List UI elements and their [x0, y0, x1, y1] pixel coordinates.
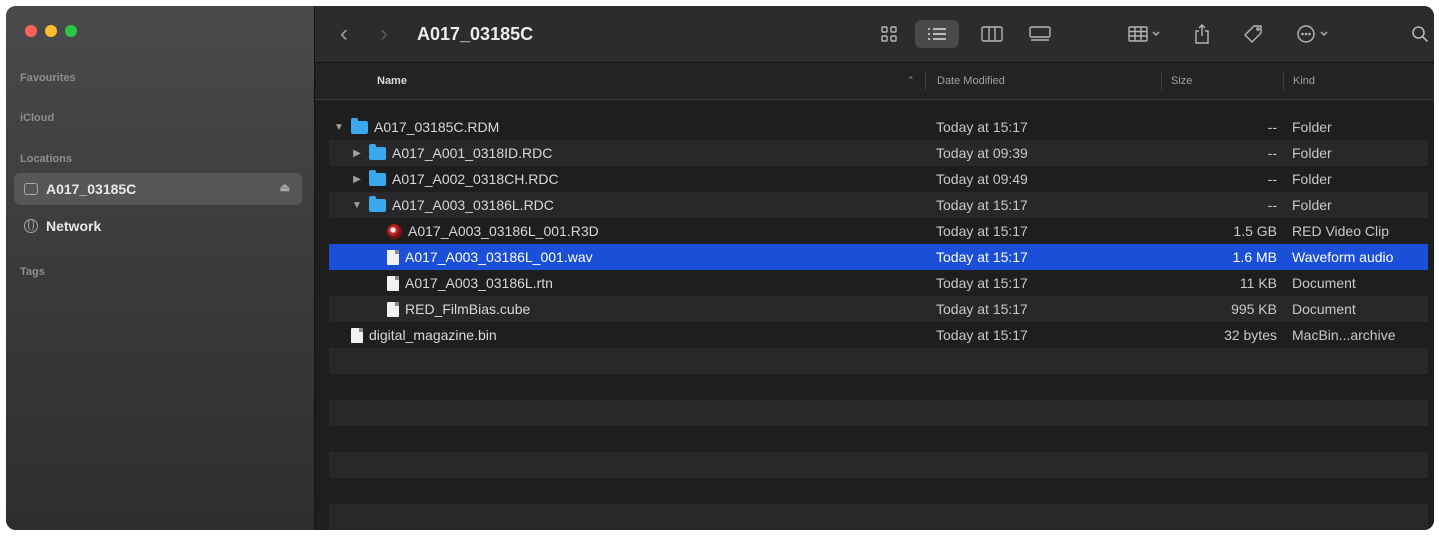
- empty-row: [329, 504, 1428, 530]
- tags-icon[interactable]: [1237, 20, 1271, 48]
- column-view-icon[interactable]: [975, 20, 1009, 48]
- folder-icon: [369, 195, 386, 212]
- sort-chevron-icon[interactable]: ⌃: [907, 75, 915, 86]
- list-item[interactable]: ▶ A017_A001_0318ID.RDC Today at 09:39 --…: [329, 140, 1428, 166]
- more-actions-icon[interactable]: [1289, 20, 1339, 48]
- sidebar-item-label: Network: [46, 218, 102, 234]
- window-controls: [25, 25, 77, 37]
- globe-icon: [24, 219, 38, 233]
- group-by-icon[interactable]: [1121, 20, 1169, 48]
- column-header: Name ⌃ Date Modified Size Kind: [315, 63, 1434, 100]
- folder-icon: [351, 117, 368, 134]
- close-button[interactable]: [25, 25, 37, 37]
- sidebar-section-locations: Locations: [20, 153, 72, 165]
- disclosure-closed-icon[interactable]: ▶: [351, 174, 363, 185]
- document-icon: [387, 301, 399, 317]
- search-icon[interactable]: [1405, 20, 1434, 48]
- folder-icon: [369, 169, 386, 186]
- gallery-view-icon[interactable]: [1023, 20, 1057, 48]
- disclosure-open-icon[interactable]: ▼: [333, 122, 345, 133]
- list-item[interactable]: ▼ A017_A003_03186L.RDC Today at 15:17 --…: [329, 192, 1428, 218]
- sidebar: Favourites iCloud Locations A017_03185C …: [6, 6, 315, 530]
- icon-view-icon[interactable]: [877, 20, 901, 48]
- list-item[interactable]: ▼ A017_03185C.RDM Today at 15:17 -- Fold…: [329, 114, 1428, 140]
- list-view-icon[interactable]: [915, 20, 959, 48]
- window-title: A017_03185C: [417, 23, 534, 44]
- folder-icon: [369, 143, 386, 160]
- sidebar-item-network[interactable]: Network: [14, 210, 302, 242]
- list-item[interactable]: A017_A003_03186L_001.R3D Today at 15:17 …: [329, 218, 1428, 244]
- sidebar-section-icloud: iCloud: [20, 112, 55, 124]
- disclosure-open-icon[interactable]: ▼: [351, 200, 363, 211]
- list-item[interactable]: ▶ A017_A002_0318CH.RDC Today at 09:49 --…: [329, 166, 1428, 192]
- file-list: ▼ A017_03185C.RDM Today at 15:17 -- Fold…: [315, 100, 1434, 530]
- zoom-button[interactable]: [65, 25, 77, 37]
- list-item[interactable]: A017_A003_03186L.rtn Today at 15:17 11 K…: [329, 270, 1428, 296]
- list-item[interactable]: RED_FilmBias.cube Today at 15:17 995 KB …: [329, 296, 1428, 322]
- minimize-button[interactable]: [45, 25, 57, 37]
- sidebar-item-label: A017_03185C: [46, 181, 137, 197]
- drive-icon: [24, 183, 38, 195]
- empty-row: [329, 400, 1428, 426]
- empty-row: [329, 348, 1428, 374]
- list-item[interactable]: digital_magazine.bin Today at 15:17 32 b…: [329, 322, 1428, 348]
- column-size[interactable]: Size: [1171, 75, 1192, 87]
- sidebar-section-favourites: Favourites: [20, 72, 76, 84]
- eject-icon[interactable]: ⏏: [280, 181, 290, 194]
- red-clip-icon: [387, 223, 402, 239]
- empty-row: [329, 452, 1428, 478]
- finder-window: Favourites iCloud Locations A017_03185C …: [6, 6, 1434, 530]
- audio-file-icon: [387, 249, 399, 265]
- column-kind[interactable]: Kind: [1293, 75, 1315, 87]
- sidebar-section-tags: Tags: [20, 266, 45, 278]
- document-icon: [387, 275, 399, 291]
- toolbar: ‹ › A017_03185C: [315, 6, 1434, 63]
- column-name[interactable]: Name: [377, 75, 407, 87]
- document-icon: [351, 327, 363, 343]
- back-button[interactable]: ‹: [329, 20, 359, 48]
- forward-button[interactable]: ›: [369, 20, 399, 48]
- share-icon[interactable]: [1187, 20, 1217, 48]
- disclosure-closed-icon[interactable]: ▶: [351, 148, 363, 159]
- sidebar-item-drive[interactable]: A017_03185C ⏏: [14, 173, 302, 205]
- column-date-modified[interactable]: Date Modified: [937, 75, 1005, 87]
- list-item-selected[interactable]: A017_A003_03186L_001.wav Today at 15:17 …: [329, 244, 1428, 270]
